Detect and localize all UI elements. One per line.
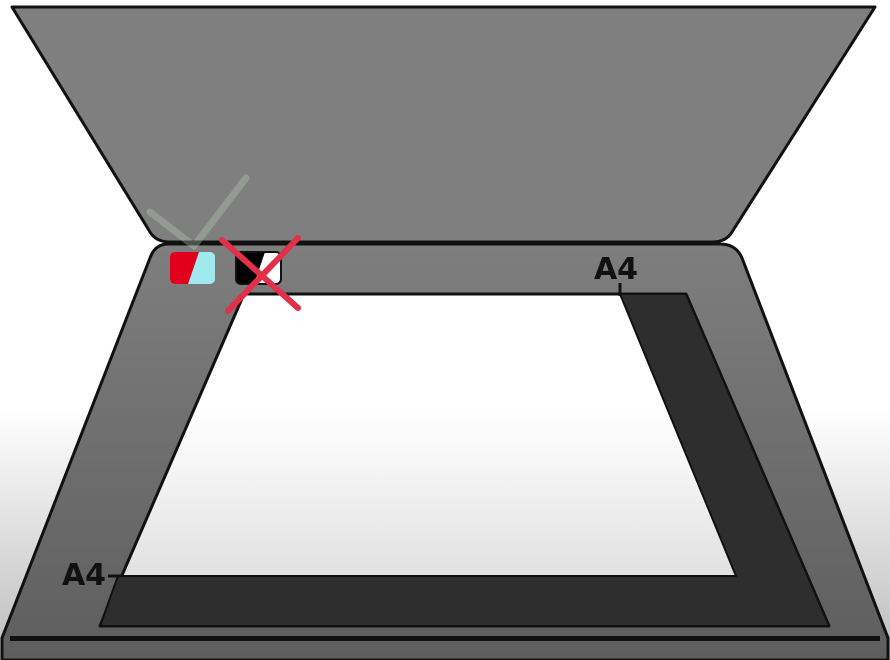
scanner-base-line (10, 636, 880, 641)
a4-top-label: A4 (594, 252, 638, 287)
color-mode-icon[interactable] (170, 252, 215, 284)
a4-bottom-label: A4 (62, 558, 106, 593)
scanner-lid (10, 5, 877, 244)
flatbed-scanner-diagram: A4 A4 (0, 0, 890, 660)
